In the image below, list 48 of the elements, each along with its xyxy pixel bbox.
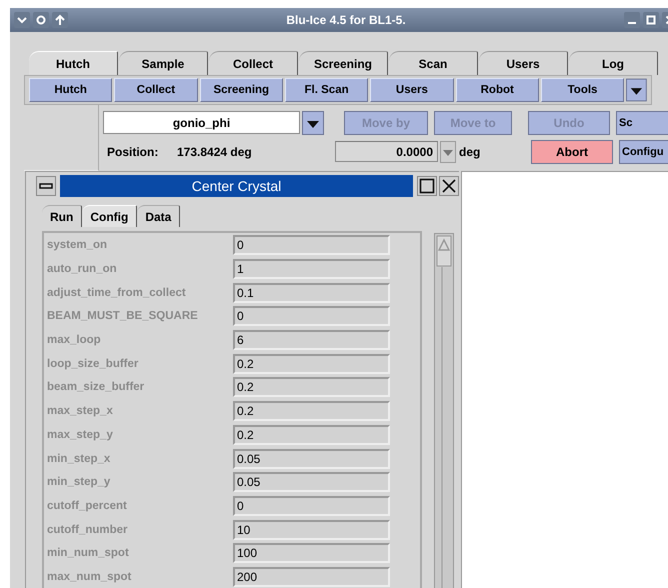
- motor-select[interactable]: gonio_phi: [103, 111, 300, 134]
- parameter-label: max_step_y: [47, 428, 114, 441]
- toolbar-button[interactable]: Users: [370, 78, 454, 102]
- arrow-up-icon[interactable]: [52, 12, 68, 28]
- parameter-label: cutoff_number: [47, 524, 128, 536]
- motor-button[interactable]: Sc: [616, 110, 668, 134]
- toolbar-button[interactable]: Hutch: [29, 78, 112, 102]
- toolbar-button[interactable]: Screening: [200, 78, 283, 102]
- parameter-label: BEAM_MUST_BE_SQUARE: [47, 310, 199, 322]
- parameter-label: min_step_y: [47, 476, 112, 488]
- parameter-label: system_on: [47, 239, 108, 252]
- parameter-label: cutoff_percent: [47, 500, 128, 512]
- motor-button[interactable]: Configu: [619, 140, 668, 164]
- tab[interactable]: Hutch: [29, 51, 118, 75]
- tab[interactable]: Screening: [299, 51, 388, 75]
- minimize-icon[interactable]: [36, 176, 56, 196]
- tab[interactable]: Data: [137, 205, 180, 227]
- parameter-label: min_num_spot: [47, 547, 130, 560]
- parameter-label: max_num_spot: [47, 570, 132, 583]
- position-value: 173.8424 deg: [177, 144, 253, 158]
- tab[interactable]: Scan: [389, 51, 478, 75]
- dialog-title: Center Crystal: [60, 175, 413, 197]
- parameter-label: max_step_x: [47, 405, 114, 418]
- tab[interactable]: Run: [42, 205, 82, 227]
- tab[interactable]: Log: [569, 51, 658, 75]
- menu-button[interactable]: Tools: [540, 78, 624, 102]
- tab[interactable]: Config: [82, 205, 138, 227]
- tab[interactable]: Collect: [209, 51, 298, 75]
- position-label: Position:: [106, 144, 160, 158]
- tab[interactable]: Sample: [119, 51, 208, 75]
- parameter-label: auto_run_on: [47, 263, 118, 276]
- toolbar-button[interactable]: Collect: [114, 78, 198, 102]
- parameter-label: max_loop: [47, 334, 102, 346]
- toolbar-button[interactable]: Fl. Scan: [284, 78, 368, 102]
- parameter-label: min_step_x: [47, 452, 112, 465]
- unit-label: deg: [459, 144, 482, 158]
- tab[interactable]: Users: [479, 51, 568, 75]
- parameter-label: beam_size_buffer: [47, 381, 146, 394]
- parameter-label: adjust_time_from_collect: [47, 286, 187, 299]
- maximize-icon[interactable]: [417, 176, 437, 196]
- parameter-label: loop_size_buffer: [47, 358, 140, 370]
- motor-button[interactable]: Abort: [531, 140, 613, 164]
- toolbar-button[interactable]: Robot: [456, 78, 539, 102]
- motor-name: gonio_phi: [172, 116, 230, 130]
- scrollbar-icon[interactable]: [434, 233, 454, 588]
- step-field[interactable]: 0.0000: [335, 141, 438, 162]
- chevron-down-icon[interactable]: [14, 12, 30, 28]
- window-title: Blu-Ice 4.5 for BL1-5.: [286, 13, 406, 27]
